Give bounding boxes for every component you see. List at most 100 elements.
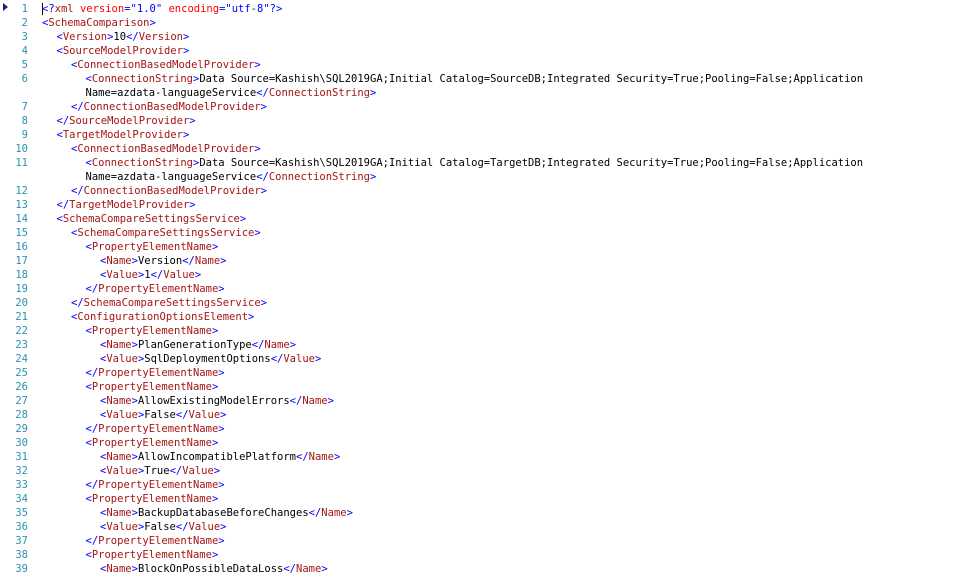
code-content[interactable]: Name=azdata-languageService</ConnectionS… [86,86,377,100]
code-line[interactable]: 18 <Value>1</Value> [0,268,966,282]
code-content[interactable]: <Value>SqlDeploymentOptions</Value> [100,352,321,366]
code-line[interactable]: 35 <Name>BackupDatabaseBeforeChanges</Nam… [0,506,966,520]
code-content[interactable]: <SchemaCompareSettingsService> [71,226,261,240]
code-line[interactable]: 4 <SourceModelProvider> [0,44,966,58]
code-content[interactable]: <ConnectionBasedModelProvider> [71,142,261,156]
punctuation: > [254,59,261,71]
line-number: 16 [15,241,28,253]
code-content[interactable]: </PropertyElementName> [86,366,225,380]
code-content[interactable]: </ConnectionBasedModelProvider> [71,100,267,114]
code-content[interactable]: <ConfigurationOptionsElement> [71,310,254,324]
code-line[interactable]: 15 <SchemaCompareSettingsService> [0,226,966,240]
line-number: 4 [21,45,28,57]
code-line[interactable]: 5 <ConnectionBasedModelProvider> [0,58,966,72]
code-content[interactable]: <Value>False</Value> [100,520,226,534]
code-line[interactable]: 11 <ConnectionString>Data Source=Kashish\… [0,156,966,170]
code-line[interactable]: 37 </PropertyElementName> [0,534,966,548]
code-line[interactable]: 6 <ConnectionString>Data Source=Kashish\S… [0,72,966,86]
code-line[interactable]: 36 <Value>False</Value> [0,520,966,534]
punctuation: > [213,465,221,477]
code-line[interactable]: 1 <?xml version="1.0" encoding="utf-8"?> [0,2,966,16]
code-line[interactable]: 14 <SchemaCompareSettingsService> [0,212,966,226]
punctuation: > [189,199,196,211]
code-line[interactable]: 30 <PropertyElementName> [0,436,966,450]
code-content[interactable]: <TargetModelProvider> [57,128,190,142]
code-content[interactable]: <?xml version="1.0" encoding="utf-8"?> [42,2,282,16]
code-line[interactable]: 24 <Value>SqlDeploymentOptions</Value> [0,352,966,366]
code-content[interactable]: </TargetModelProvider> [57,198,196,212]
code-line[interactable]: 33 </PropertyElementName> [0,478,966,492]
code-content[interactable]: <Value>1</Value> [100,268,201,282]
code-content[interactable]: </PropertyElementName> [86,282,225,296]
attribute-value: "1.0" [130,3,163,15]
code-line[interactable]: Name=azdata-languageService</ConnectionS… [0,170,966,184]
code-content[interactable]: <ConnectionBasedModelProvider> [71,58,261,72]
code-content[interactable]: <PropertyElementName> [86,240,219,254]
code-content[interactable]: <PropertyElementName> [86,436,219,450]
code-content[interactable]: <SchemaCompareSettingsService> [57,212,247,226]
code-content[interactable]: </PropertyElementName> [86,478,225,492]
code-line[interactable]: 39 <Name>BlockOnPossibleDataLoss</Name> [0,562,966,576]
code-content[interactable]: <Version>10</Version> [57,30,190,44]
code-line[interactable]: 34 <PropertyElementName> [0,492,966,506]
code-line[interactable]: 17 <Name>Version</Name> [0,254,966,268]
line-number: 33 [15,479,28,491]
code-content[interactable]: <Name>BackupDatabaseBeforeChanges</Name> [100,506,353,520]
code-line[interactable]: 23 <Name>PlanGenerationType</Name> [0,338,966,352]
code-content[interactable]: <Name>Version</Name> [100,254,227,268]
code-content[interactable]: <PropertyElementName> [86,324,219,338]
code-line[interactable]: 16 <PropertyElementName> [0,240,966,254]
code-content[interactable]: <PropertyElementName> [86,492,219,506]
code-content[interactable]: <PropertyElementName> [86,548,219,562]
code-content[interactable]: </ConnectionBasedModelProvider> [71,184,267,198]
code-line[interactable]: 12 </ConnectionBasedModelProvider> [0,184,966,198]
punctuation: > [211,381,219,393]
code-line[interactable]: 20 </SchemaCompareSettingsService> [0,296,966,310]
code-content[interactable]: </PropertyElementName> [86,534,225,548]
code-line[interactable]: 10 <ConnectionBasedModelProvider> [0,142,966,156]
code-content[interactable]: <Value>True</Value> [100,464,220,478]
code-line[interactable]: 9 <TargetModelProvider> [0,128,966,142]
tag-name: Version [62,31,108,43]
punctuation: > [239,213,247,225]
tag-name: PropertyElementName [98,283,219,295]
code-line[interactable]: 38 <PropertyElementName> [0,548,966,562]
code-line[interactable]: 3 <Version>10</Version> [0,30,966,44]
punctuation: > [218,535,225,547]
code-line[interactable]: Name=azdata-languageService</ConnectionS… [0,86,966,100]
code-line[interactable]: 19 </PropertyElementName> [0,282,966,296]
code-line[interactable]: 28 <Value>False</Value> [0,408,966,422]
code-content[interactable]: <ConnectionString>Data Source=Kashish\SQ… [86,156,864,170]
code-content[interactable]: <SourceModelProvider> [57,44,190,58]
code-content[interactable]: </SourceModelProvider> [57,114,196,128]
line-number: 19 [15,283,28,295]
code-line[interactable]: 25 </PropertyElementName> [0,366,966,380]
code-line[interactable]: 13 </TargetModelProvider> [0,198,966,212]
code-line[interactable]: 31 <Name>AllowIncompatiblePlatform</Name> [0,450,966,464]
code-line[interactable]: 22 <PropertyElementName> [0,324,966,338]
text-content: BlockOnPossibleDataLoss [137,563,284,575]
xml-editor[interactable]: 1 <?xml version="1.0" encoding="utf-8"?> 2… [0,0,966,581]
code-line[interactable]: 21 <ConfigurationOptionsElement> [0,310,966,324]
code-content[interactable]: <Name>AllowIncompatiblePlatform</Name> [100,450,340,464]
code-content[interactable]: <Name>AllowExistingModelErrors</Name> [100,394,334,408]
code-content[interactable]: Name=azdata-languageService</ConnectionS… [86,170,377,184]
code-content[interactable]: <SchemaComparison> [42,16,156,30]
line-number: 36 [15,521,28,533]
code-content[interactable]: <Name>PlanGenerationType</Name> [100,338,296,352]
code-content[interactable]: </PropertyElementName> [86,422,225,436]
punctuation: </ [85,535,99,547]
code-line[interactable]: 27 <Name>AllowExistingModelErrors</Name> [0,394,966,408]
code-content[interactable]: <Name>BlockOnPossibleDataLoss</Name> [100,562,328,576]
code-content[interactable]: <PropertyElementName> [86,380,219,394]
code-content[interactable]: </SchemaCompareSettingsService> [71,296,267,310]
code-line[interactable]: 8 </SourceModelProvider> [0,114,966,128]
code-line[interactable]: 26 <PropertyElementName> [0,380,966,394]
code-line[interactable]: 32 <Value>True</Value> [0,464,966,478]
punctuation: </ [56,115,70,127]
code-content[interactable]: <Value>False</Value> [100,408,226,422]
code-line[interactable]: 29 </PropertyElementName> [0,422,966,436]
code-line[interactable]: 2 <SchemaComparison> [0,16,966,30]
code-line[interactable]: 7 </ConnectionBasedModelProvider> [0,100,966,114]
code-content[interactable]: <ConnectionString>Data Source=Kashish\SQ… [86,72,864,86]
